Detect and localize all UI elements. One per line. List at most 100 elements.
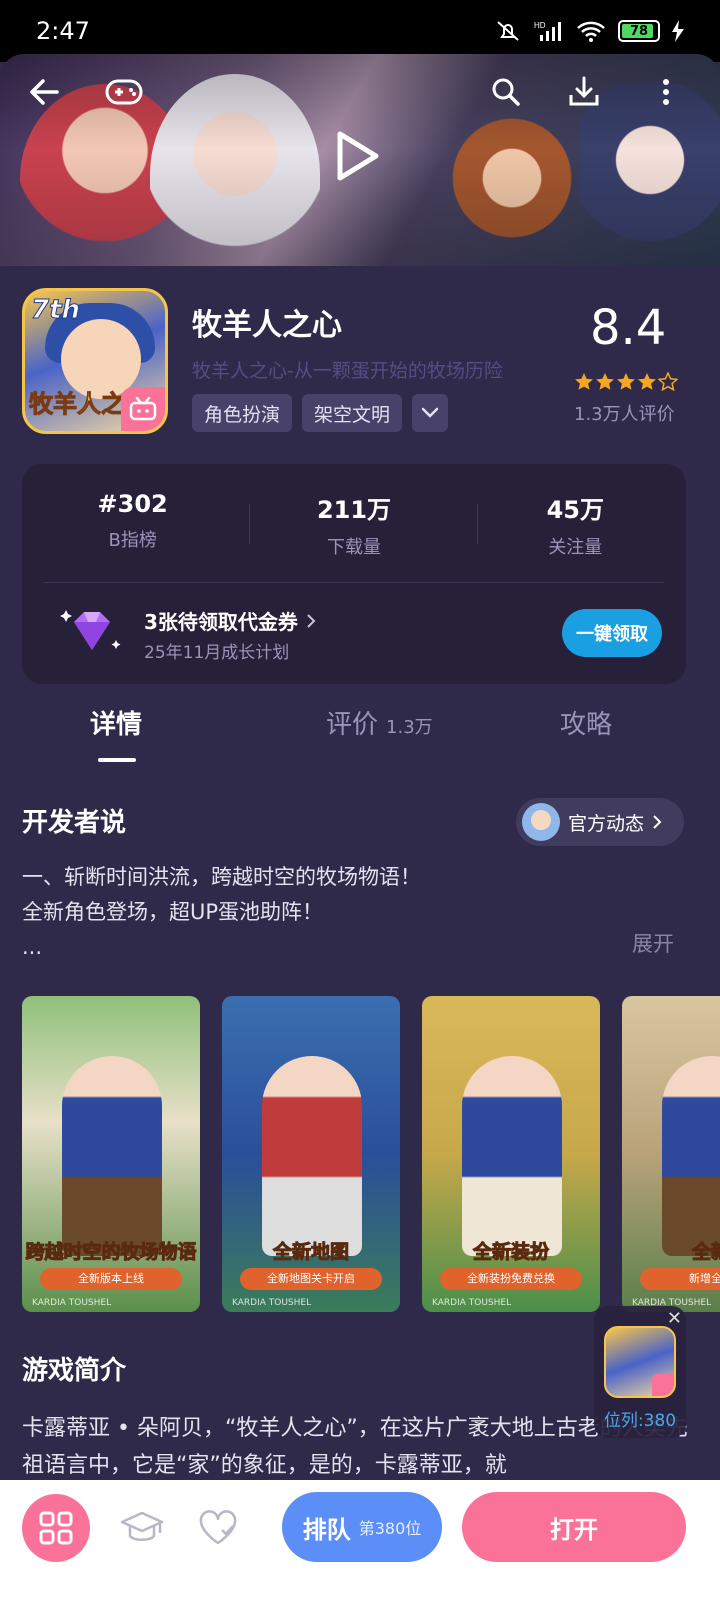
tab-details[interactable]: 详情 [90,704,142,741]
queue-position: 第380位 [358,1519,422,1538]
open-game-button[interactable]: 打开 [462,1492,686,1562]
stat-label: 下载量 [326,537,381,558]
official-news-label: 官方动态 [568,812,645,835]
expand-button[interactable]: 展开 [632,928,674,958]
screenshot-brand: KARDIA TOUSHEL [32,1298,112,1308]
queue-button[interactable]: 排队 第380位 [282,1492,442,1562]
battery-level: 78 [629,23,649,39]
rating-stars [574,372,678,391]
tab-label: 详情 [90,710,143,740]
developer-line: ... [22,935,43,959]
star-icon [617,373,635,390]
close-icon[interactable]: ✕ [667,1308,682,1329]
tag-list: 角色扮演 架空文明 [192,394,449,432]
rating-score: 8.4 [590,300,667,356]
status-bar: 2:47 HD 78 [0,0,720,62]
bilibili-tv-icon [129,397,157,421]
anniversary-badge: 7th [30,295,81,326]
status-time: 2:47 [36,17,90,45]
tag-fictional-civilization[interactable]: 架空文明 [302,394,403,432]
developer-line: 全新角色登场，超UP蛋池助阵！ [22,900,324,924]
official-news-button[interactable]: 官方动态 [516,798,684,846]
card-divider [44,582,664,583]
chevron-right-icon [307,613,316,628]
screenshot-caption: 全新 [691,1241,720,1264]
back-arrow-icon [30,79,59,105]
developer-line: 一、斩断时间洪流，跨越时空的牧场物语！ [22,865,421,889]
claim-all-button[interactable]: 一键领取 [562,609,662,657]
download-icon [569,76,599,106]
coupon-subtitle: 25年11月成长计划 [144,643,290,663]
developer-section-title: 开发者说 [22,808,127,838]
screenshot-carousel[interactable]: 跨越时空的牧场物语 全新版本上线 KARDIA TOUSHEL 全新地图 全新地… [22,996,720,1312]
more-menu-button[interactable] [644,70,688,114]
app-subtitle: 牧羊人之心-从一颗蛋开始的牧场历险 [192,360,503,382]
screenshot-tagline: 新增全新 [640,1268,720,1290]
screenshot-item[interactable]: 全新装扮 全新装扮免费兑换 KARDIA TOUSHEL [422,996,600,1312]
status-icons: HD 78 [494,19,684,43]
screenshot-item[interactable]: 全新地图 全新地图关卡开启 KARDIA TOUSHEL [222,996,400,1312]
tab-bar: 详情 评价 1.3万 攻略 [0,700,720,766]
star-half-icon [658,372,678,391]
chevron-right-icon [653,815,662,829]
grid-icon [39,1511,73,1545]
game-center-button[interactable] [102,70,146,114]
app-grid-button[interactable] [22,1494,90,1562]
tab-reviews[interactable]: 评价 1.3万 [326,704,433,741]
app-title: 牧羊人之心 [192,308,342,343]
tags-expand-button[interactable] [412,394,449,432]
screenshot-item[interactable]: 全新 新增全新 KARDIA TOUSHEL [622,996,720,1312]
download-button[interactable] [562,70,606,114]
stat-separator [249,504,250,544]
stat-ranking[interactable]: #302 B指榜 [22,490,243,559]
screenshot-caption: 跨越时空的牧场物语 [25,1241,197,1264]
queue-floating-widget[interactable]: ✕ 位列:380 [594,1306,686,1438]
svg-text:HD: HD [534,21,546,30]
star-icon [596,373,614,390]
queue-label: 排队 [302,1515,351,1544]
search-button[interactable] [484,70,528,114]
intro-section-title: 游戏简介 [22,1356,127,1386]
mute-icon [497,21,519,41]
screenshot-caption: 全新装扮 [472,1241,549,1264]
guide-button[interactable] [118,1504,166,1552]
bottom-action-bar: 排队 第380位 打开 [0,1480,720,1600]
battery-icon: 78 [618,20,660,42]
hero-banner[interactable] [0,54,720,266]
star-icon [575,373,593,390]
graduation-cap-icon [120,1511,164,1541]
tab-guides[interactable]: 攻略 [560,704,612,741]
signal-icon: HD [534,21,561,41]
screenshot-caption: 全新地图 [272,1241,349,1264]
heart-icon [199,1510,237,1545]
screenshot-tagline: 全新装扮免费兑换 [440,1268,582,1290]
tab-label: 评价 [326,710,379,740]
stat-value: 211万 [316,496,392,524]
diamond-icon [60,610,121,650]
gamepad-icon [105,79,143,105]
stat-value: #302 [97,490,168,518]
stats-card: #302 B指榜 211万 下载量 45万 关注量 3张待领取代金券 25年11… [22,464,686,684]
tab-count: 1.3万 [386,717,433,738]
screenshot-brand: KARDIA TOUSHEL [432,1298,512,1308]
app-icon: 7th 牧羊人之心 [22,288,168,434]
bilibili-badge [121,387,165,431]
follow-button[interactable] [194,1504,242,1552]
stat-value: 45万 [546,496,605,524]
screenshot-tagline: 全新版本上线 [40,1268,182,1290]
screenshot-item[interactable]: 跨越时空的牧场物语 全新版本上线 KARDIA TOUSHEL [22,996,200,1312]
stat-label: 关注量 [548,537,603,558]
rating-count: 1.3万人评价 [574,404,675,425]
queue-position-label: 位列:380 [603,1411,677,1431]
stat-downloads: 211万 下载量 [243,490,464,559]
star-icon [638,373,656,390]
coupon-title: 3张待领取代金券 [144,610,298,634]
tag-role-playing[interactable]: 角色扮演 [192,394,293,432]
back-button[interactable] [22,70,66,114]
official-avatar [522,803,560,841]
coupon-link[interactable]: 3张待领取代金券 [144,606,316,635]
stat-label: B指榜 [108,530,157,551]
play-video-icon[interactable] [322,124,386,188]
tab-indicator [98,758,136,762]
wifi-icon [577,21,605,42]
